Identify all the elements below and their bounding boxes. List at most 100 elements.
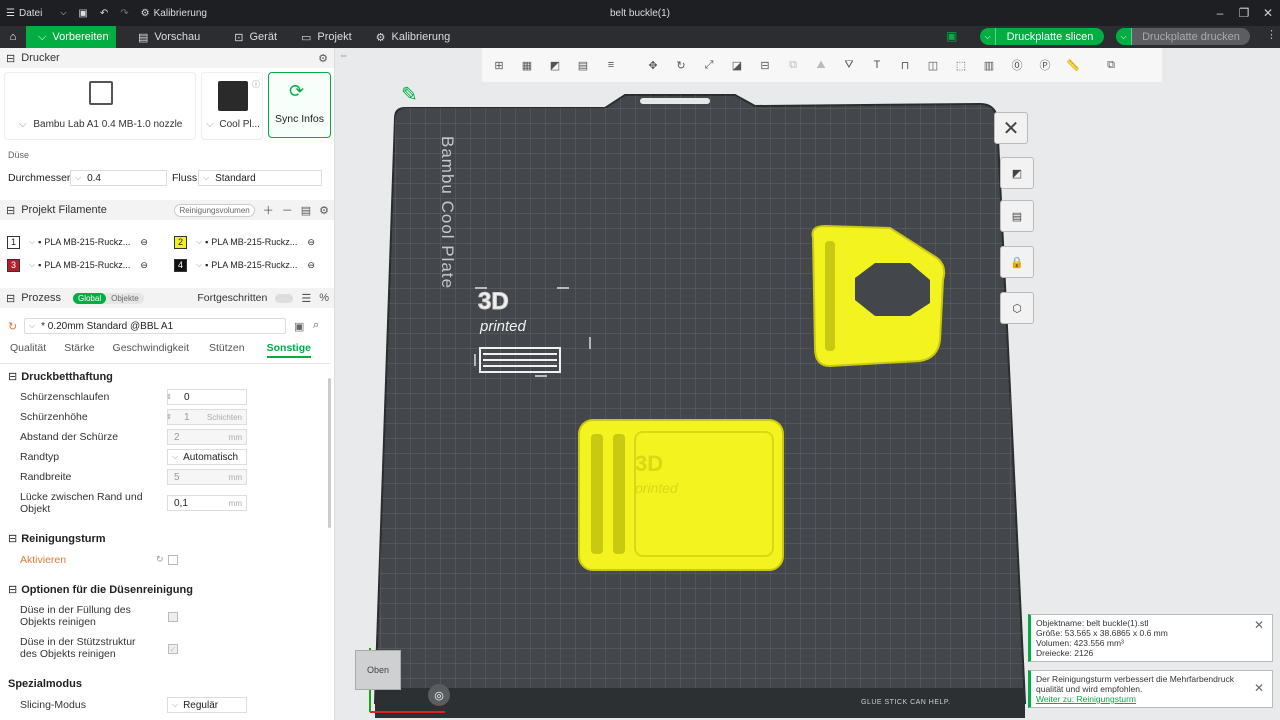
tab-speed[interactable]: Geschwindigkeit: [113, 342, 189, 360]
brim-gap-input[interactable]: 0,1 mm: [167, 495, 247, 511]
tab-support[interactable]: Stützen: [209, 342, 245, 360]
reset-icon[interactable]: ↻: [8, 320, 17, 333]
mesh-boolean-icon[interactable]: ⧉: [780, 52, 806, 78]
zero-icon[interactable]: ⓪: [1004, 52, 1030, 78]
settings-icon[interactable]: ⚙: [319, 204, 329, 217]
advanced-toggle[interactable]: [275, 293, 294, 303]
stepper-icon[interactable]: ⇕: [166, 393, 172, 401]
tab-others[interactable]: Sonstige: [266, 342, 311, 358]
brim-width-input[interactable]: 5 mm: [167, 469, 247, 485]
save-button[interactable]: ▣: [72, 0, 93, 26]
rotate-icon[interactable]: ↻: [668, 52, 694, 78]
arrange-plate-button[interactable]: ▤: [1000, 200, 1034, 232]
calibration-menu[interactable]: ⚙ Kalibrierung: [135, 0, 213, 26]
close-button[interactable]: ✕: [1256, 0, 1280, 26]
info-icon[interactable]: ⓘ: [252, 79, 260, 90]
settings-icon[interactable]: ⚙: [318, 52, 328, 65]
emboss-icon[interactable]: ⊓: [892, 52, 918, 78]
lay-on-face-icon[interactable]: ◪: [724, 52, 750, 78]
scale-icon[interactable]: ⤢: [696, 52, 722, 78]
edit-icon[interactable]: ⊖: [307, 237, 315, 248]
skirt-height-input[interactable]: ⇕ 1 Schichten: [166, 409, 247, 425]
search-icon[interactable]: ⌕: [313, 319, 319, 332]
variable-height-icon[interactable]: ◫: [920, 52, 946, 78]
move-icon[interactable]: ✥: [640, 52, 666, 78]
global-objects-toggle[interactable]: Global Objekte: [72, 292, 144, 304]
minimize-button[interactable]: –: [1208, 0, 1232, 26]
brim-type-dropdown[interactable]: ⌵ Automatisch: [167, 449, 247, 465]
arrange-icon[interactable]: ▤: [570, 52, 596, 78]
auto-orient-icon[interactable]: ◩: [542, 52, 568, 78]
view-cube[interactable]: Oben: [355, 650, 401, 690]
close-icon[interactable]: ✕: [1254, 682, 1264, 694]
save-profile-icon[interactable]: ▣: [294, 320, 304, 333]
add-plate-icon[interactable]: ▦: [514, 52, 540, 78]
add-icon[interactable]: ＋: [263, 202, 274, 218]
color-paint-icon[interactable]: ⛛: [836, 52, 862, 78]
skirt-loops-input[interactable]: ⇕ 0: [166, 389, 247, 405]
prime-tower-link[interactable]: Weiter zu: Reinigungsturm: [1036, 694, 1267, 704]
flow-dropdown[interactable]: ⌵ Standard: [198, 170, 322, 186]
filament-item-2[interactable]: 2 ⌵ ▪ PLA MB-215-Ruckz... ⊖: [174, 231, 315, 253]
remove-icon[interactable]: －: [282, 202, 293, 218]
maximize-button[interactable]: ❐: [1232, 0, 1256, 26]
filament-color-swatch[interactable]: 4: [174, 258, 187, 272]
process-profile-dropdown[interactable]: ⌵ * 0.20mm Standard @BBL A1: [24, 318, 286, 334]
chevron-down-icon[interactable]: ⌵: [980, 28, 996, 45]
lock-plate-button[interactable]: 🔒: [1000, 246, 1034, 278]
filament-item-4[interactable]: 4 ⌵ ▪ PLA MB-215-Ruckz... ⊖: [174, 254, 315, 276]
camera-button[interactable]: ◎: [428, 684, 450, 706]
split-icon[interactable]: ≡: [598, 52, 624, 78]
edit-icon[interactable]: ⊖: [140, 260, 148, 271]
purge-volume-button[interactable]: Reinigungsvolumen: [174, 203, 255, 217]
toggle-global[interactable]: Global: [72, 292, 107, 304]
edit-icon[interactable]: ⊖: [140, 237, 148, 248]
slice-plate-button[interactable]: ⌵ Druckplatte slicen: [980, 28, 1104, 45]
plate-settings-button[interactable]: ⬡: [1000, 292, 1034, 324]
sync-infos-button[interactable]: ⟳ Sync Infos: [268, 72, 331, 138]
more-icon[interactable]: ⋮: [1266, 28, 1277, 41]
slicing-mode-dropdown[interactable]: ⌵ Regulär: [167, 697, 247, 713]
percent-icon[interactable]: %: [319, 292, 329, 304]
home-button[interactable]: ⌂: [0, 26, 26, 48]
skirt-distance-input[interactable]: 2 mm: [167, 429, 247, 445]
close-icon[interactable]: ✕: [1254, 619, 1264, 631]
plate-sync-icon[interactable]: ▣: [946, 29, 957, 43]
enable-prime-tower-checkbox[interactable]: [168, 555, 178, 565]
scrollbar[interactable]: [328, 378, 331, 528]
reset-icon[interactable]: ↻: [156, 554, 164, 565]
tab-calibration[interactable]: ⚙ Kalibrierung: [364, 26, 463, 48]
auto-orient-plate-button[interactable]: ◩: [1000, 157, 1034, 189]
filament-color-swatch[interactable]: 1: [7, 235, 20, 249]
diameter-dropdown[interactable]: ⌵ 0.4: [70, 170, 167, 186]
list-icon[interactable]: ☰: [301, 292, 311, 305]
assembly-icon[interactable]: ⧉: [1098, 52, 1124, 78]
add-object-icon[interactable]: ⊞: [486, 52, 512, 78]
tab-project[interactable]: ▭ Projekt: [289, 26, 364, 48]
printer-selector[interactable]: ⌵ Bambu Lab A1 0.4 MB-1.0 nozzle: [4, 72, 196, 140]
stepper-icon[interactable]: ⇕: [166, 413, 172, 421]
tab-strength[interactable]: Stärke: [64, 342, 94, 360]
chevron-down-icon[interactable]: ⌵: [1116, 28, 1132, 45]
flush-support-checkbox[interactable]: ✓: [168, 644, 178, 654]
measure-icon[interactable]: 📏: [1060, 52, 1086, 78]
flush-infill-checkbox[interactable]: [168, 612, 178, 622]
print-plate-button[interactable]: ⌵ Druckplatte drucken: [1116, 28, 1250, 45]
tab-preview[interactable]: ▤ Vorschau: [126, 26, 212, 48]
color-icon[interactable]: ▤: [301, 204, 311, 217]
redo-button[interactable]: ↷: [114, 0, 134, 26]
tab-prepare[interactable]: ⌵ Vorbereiten: [26, 26, 116, 48]
tab-quality[interactable]: Qualität: [10, 342, 46, 360]
undo-button[interactable]: ↶: [94, 0, 114, 26]
toggle-objects[interactable]: Objekte: [106, 293, 144, 304]
layers-icon[interactable]: ▥: [976, 52, 1002, 78]
close-plate-button[interactable]: ✕: [994, 112, 1028, 144]
filament-item-3[interactable]: 3 ⌵ ▪ PLA MB-215-Ruckz... ⊖: [7, 254, 148, 276]
bounding-box-icon[interactable]: ⬚: [948, 52, 974, 78]
support-paint-icon[interactable]: ⛰: [808, 52, 834, 78]
edit-icon[interactable]: ⊖: [307, 260, 315, 271]
filament-item-1[interactable]: 1 ⌵ ▪ PLA MB-215-Ruckz... ⊖: [7, 231, 148, 253]
text-icon[interactable]: T: [864, 52, 890, 78]
tab-device[interactable]: ⊡ Gerät: [222, 26, 289, 48]
filament-color-swatch[interactable]: 2: [174, 235, 187, 249]
